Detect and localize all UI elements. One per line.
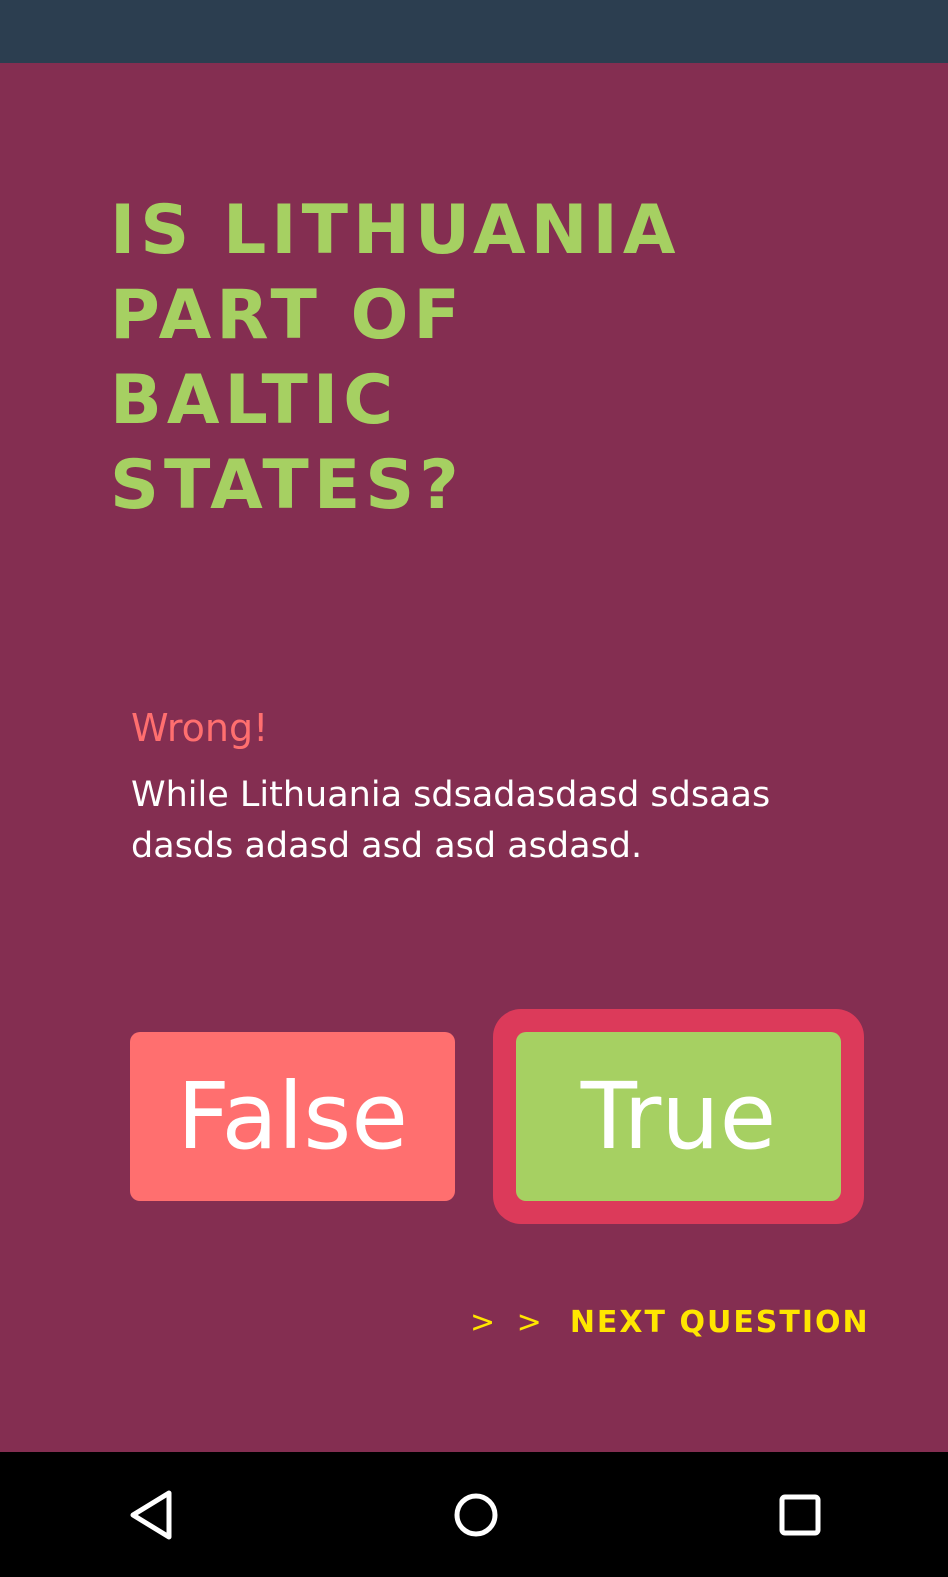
true-button[interactable]: True (516, 1032, 841, 1201)
status-bar (0, 0, 948, 63)
feedback-explanation: While Lithuania sdsadasdasd sdsaas dasds… (131, 775, 771, 866)
question-title: IS LITHUANIA PART OF BALTIC STATES? (110, 191, 681, 525)
home-button[interactable] (416, 1452, 536, 1577)
recents-square-icon (779, 1494, 821, 1535)
next-question-link[interactable]: > > NEXT QUESTION (470, 1305, 870, 1340)
double-chevron-right-icon: > > (470, 1305, 548, 1340)
home-circle-icon (454, 1493, 498, 1536)
feedback-status: Wrong! (131, 706, 269, 750)
quiz-screen: IS LITHUANIA PART OF BALTIC STATES? Wron… (0, 63, 948, 1452)
recents-button[interactable] (740, 1452, 860, 1577)
next-question-label: NEXT QUESTION (569, 1305, 870, 1340)
back-button[interactable] (92, 1452, 212, 1577)
false-button[interactable]: False (130, 1032, 455, 1201)
system-navigation-bar (0, 1452, 948, 1577)
back-triangle-icon (130, 1490, 172, 1539)
